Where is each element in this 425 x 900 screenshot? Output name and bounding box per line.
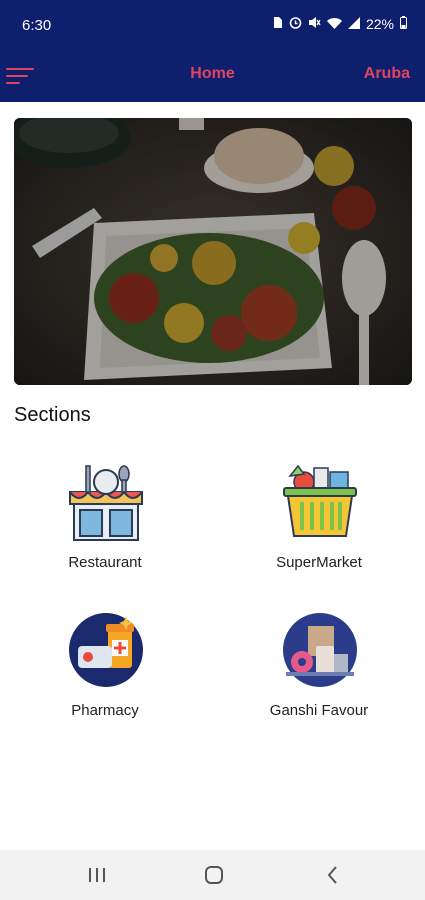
location-selector[interactable]: Aruba: [364, 65, 410, 83]
home-icon[interactable]: [199, 862, 229, 888]
section-pharmacy[interactable]: Pharmacy: [20, 610, 190, 740]
recents-icon[interactable]: [82, 862, 112, 888]
section-label: Ganshi Favour: [269, 702, 369, 719]
mute-icon: [308, 16, 321, 32]
status-bar: 6:30 22%: [0, 0, 425, 52]
section-supermarket[interactable]: SuperMarket: [234, 462, 404, 592]
app-bar: Home Aruba: [0, 52, 425, 102]
food-dish-photo: [14, 118, 412, 385]
battery-percent: 22%: [365, 16, 394, 32]
page-title: Home: [190, 65, 235, 82]
status-icons: 22%: [273, 16, 407, 32]
wifi-icon: [326, 16, 342, 32]
section-label: Pharmacy: [71, 702, 139, 719]
sections-heading: Sections: [14, 404, 91, 426]
status-time: 6:30: [22, 17, 52, 34]
sim-icon: [273, 16, 283, 32]
restaurant-icon: [69, 465, 143, 541]
signal-icon: [347, 16, 360, 32]
battery-icon: [400, 16, 407, 32]
section-restaurant[interactable]: Restaurant: [20, 462, 190, 592]
section-ganshi-favour[interactable]: Ganshi Favour: [234, 610, 404, 740]
ganshi-favour-icon: [283, 613, 357, 687]
section-label: Restaurant: [68, 554, 142, 571]
back-icon[interactable]: [318, 862, 348, 888]
system-nav-bar: [0, 850, 425, 900]
section-label: SuperMarket: [276, 554, 362, 571]
supermarket-basket-icon: [283, 464, 357, 537]
pharmacy-icon: [69, 613, 143, 687]
banner-image[interactable]: [14, 118, 412, 385]
alarm-icon: [289, 16, 302, 32]
